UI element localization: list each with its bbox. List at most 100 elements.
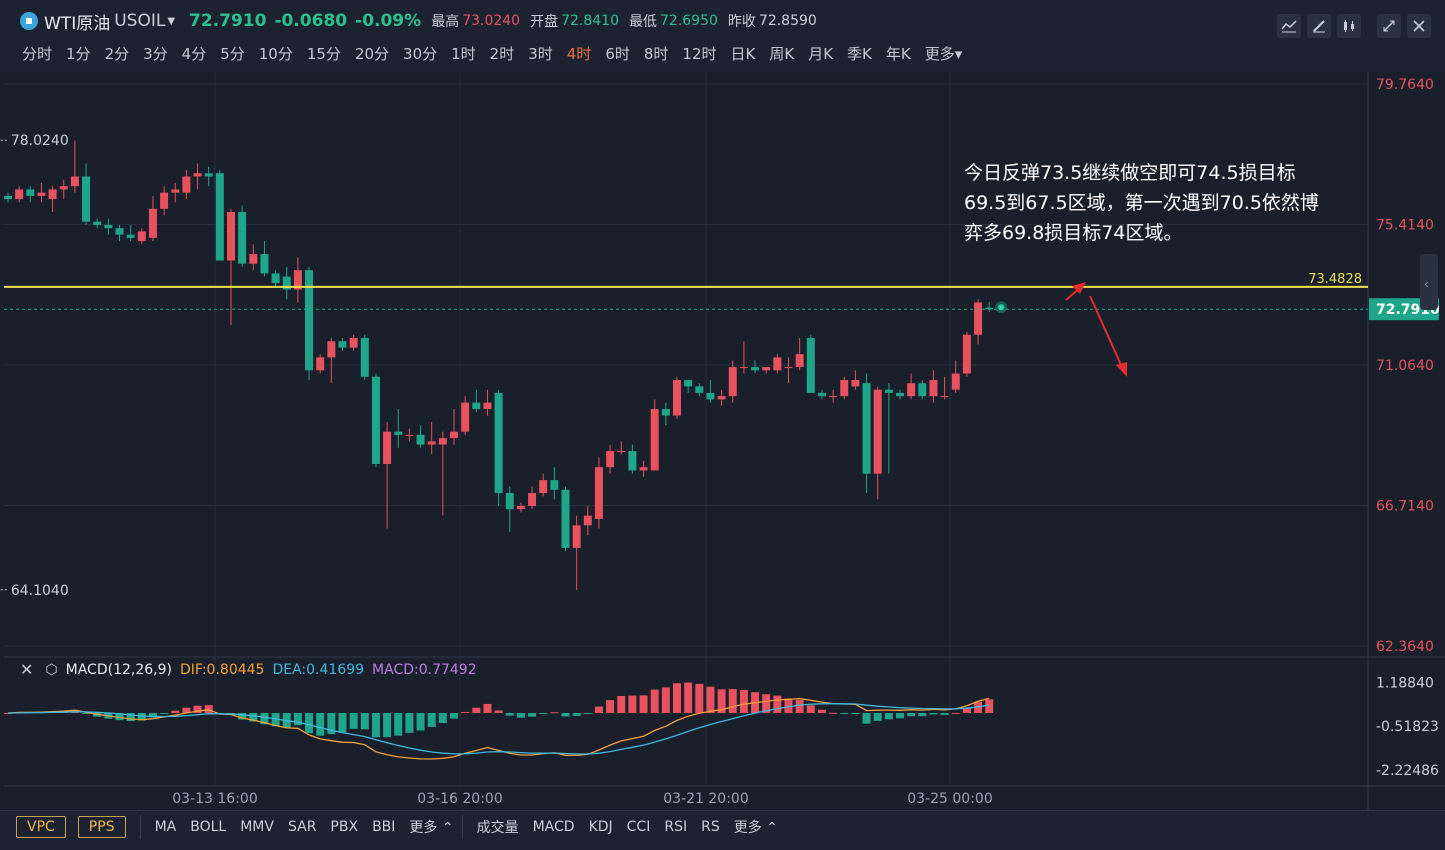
pps-button[interactable]: PPS [77,816,126,838]
settings-icon[interactable]: ⬡ [45,662,57,678]
macd-dea: DEA:0.41699 [272,661,365,678]
period-tab[interactable]: 2时 [490,43,515,64]
macd-bar [572,712,581,716]
indicator-rs[interactable]: RS [701,819,720,835]
period-tab[interactable]: 12时 [682,43,716,64]
candle-body [639,467,648,471]
candle-body [706,392,715,400]
macd-bar [907,712,916,717]
candle-body [360,337,369,377]
macd-bar [450,712,458,719]
candle-body [126,234,135,238]
indicator-volume[interactable]: 成交量 [477,817,519,837]
prev-close-value: 72.8590 [758,13,817,29]
macd-bar [940,712,949,715]
resistance-label: 73.4828 [1308,272,1362,287]
candle-body [405,434,414,436]
candle-body [438,438,447,445]
period-tab[interactable]: 6时 [605,43,630,64]
period-tab[interactable]: 20分 [355,43,389,64]
indicator-ma[interactable]: MA [155,819,177,835]
close-icon[interactable] [1407,14,1431,38]
more-label: 更多 [409,820,438,836]
period-tab[interactable]: 年K [886,43,911,64]
macd-bar [817,709,826,713]
candle-body [59,186,68,190]
macd-bar [684,682,693,713]
indicator-bbi[interactable]: BBI [372,819,395,835]
more-main-indicators[interactable]: 更多 ⌃ [409,817,453,837]
x-tick-label: 03-25 00:00 [907,791,992,807]
period-tab[interactable]: 3分 [143,43,168,64]
macd-bar [806,705,815,713]
min-marker-label: 64.1040 [11,583,69,599]
indicator-pbx[interactable]: PBX [330,819,358,835]
candle-body [338,341,347,348]
macd-bar [840,712,849,714]
candle-body [617,451,626,453]
period-tab[interactable]: 1分 [66,43,91,64]
period-tabs: 分时 1分 2分 3分 4分 5分 10分 15分 20分 30分 1时 2时 3时 4时 6时 8时 12时日… [22,43,976,64]
vpc-button[interactable]: VPC [16,816,66,838]
macd-bar [550,712,559,714]
draw-icon[interactable] [1307,14,1331,38]
annotation-line: 今日反弹73.5继续做空即可74.5损目标 [964,162,1296,184]
indicator-mmv[interactable]: MMV [240,819,274,835]
candle-body [70,176,79,187]
period-tab[interactable]: 3时 [528,43,553,64]
candle-body [271,273,280,284]
indicator-sar[interactable]: SAR [288,819,316,835]
symbol-name[interactable]: WTI原油 [44,9,110,34]
candle-body [104,224,113,229]
period-tab[interactable]: 4时 [567,43,592,64]
candle-body [416,434,425,445]
candle-body [26,189,35,196]
period-tab[interactable]: 2分 [105,43,130,64]
candle-body [951,373,960,390]
period-tab[interactable]: 季K [847,43,872,64]
indicator-kdj[interactable]: KDJ [589,819,613,835]
more-sub-indicators[interactable]: 更多 ⌃ [734,817,778,837]
symbol-logo-icon [20,12,38,30]
candle-body [862,383,871,474]
period-tab[interactable]: 4分 [182,43,207,64]
period-tab[interactable]: 周K [769,43,794,64]
candle-body [171,189,180,193]
indicator-boll[interactable]: BOLL [190,819,226,835]
x-tick-label: 03-16 20:00 [417,791,502,807]
candle-body [427,441,436,445]
shrink-icon[interactable] [1377,14,1401,38]
candle-body [394,431,403,435]
candle-body [884,389,893,393]
macd-bar [438,712,447,724]
close-indicator-icon[interactable]: ✕ [20,660,33,679]
chart-style-icon[interactable] [1277,14,1301,38]
candles-icon[interactable] [1337,14,1361,38]
period-tab[interactable]: 日K [731,43,756,64]
macd-bar [706,686,715,713]
chevron-up-icon: ⌃ [441,820,454,836]
candle-body [305,270,314,371]
symbol-code[interactable]: USOIL [114,11,165,31]
period-tab[interactable]: 8时 [644,43,669,64]
period-tab[interactable]: 15分 [307,43,341,64]
period-tab[interactable]: 10分 [259,43,293,64]
indicator-macd[interactable]: MACD [533,819,575,835]
period-tab[interactable]: 更多▾ [925,43,963,64]
candle-body [572,525,581,548]
symbol-dropdown-icon[interactable]: ▼ [167,16,175,27]
period-tab[interactable]: 5分 [220,43,245,64]
period-tab[interactable]: 1时 [451,43,476,64]
period-tab[interactable]: 月K [808,43,833,64]
period-tab[interactable]: 分时 [22,43,52,64]
indicator-rsi[interactable]: RSI [664,819,687,835]
analysis-annotation: 今日反弹73.5继续做空即可74.5损目标 69.5到67.5区域，第一次遇到7… [964,158,1319,248]
indicator-cci[interactable]: CCI [627,819,651,835]
macd-bar [427,712,436,727]
macd-tick-label: -2.22486 [1376,763,1439,779]
candle-body [684,379,693,387]
macd-bar [896,712,904,719]
macd-bar [862,712,871,724]
period-tab[interactable]: 30分 [403,43,437,64]
macd-bar [494,710,503,713]
